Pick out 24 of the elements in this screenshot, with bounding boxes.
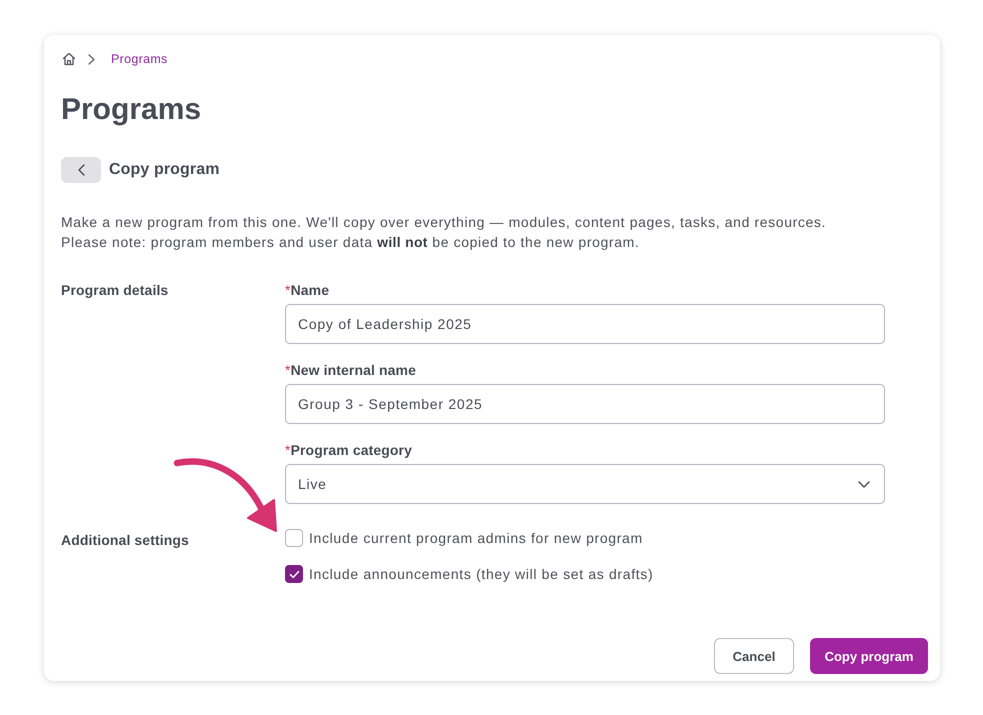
- checkbox-label[interactable]: Include announcements (they will be set as drafts): [309, 566, 654, 582]
- section-label: Program details: [61, 281, 168, 299]
- chevron-down-icon: [858, 480, 870, 488]
- checkbox[interactable]: [285, 565, 303, 583]
- description-text: Make a new program from this one. We'll copy over everything — modules, content pages, tasks, and resources.: [61, 213, 828, 232]
- checkmark-icon: [288, 570, 300, 578]
- home-icon[interactable]: [62, 52, 76, 66]
- subpage-title: Copy program: [109, 161, 220, 179]
- select-field[interactable]: Live: [285, 464, 885, 504]
- checkbox-label[interactable]: Include current program admins for new program: [309, 530, 643, 546]
- field-label: *New internal name: [285, 361, 417, 379]
- field-label: *Program category: [285, 441, 413, 459]
- page-title: Programs: [61, 92, 202, 128]
- text-field[interactable]: Copy of Leadership 2025: [285, 304, 885, 344]
- checkbox[interactable]: [285, 529, 303, 547]
- breadcrumb-link[interactable]: Programs: [111, 52, 168, 66]
- text-field[interactable]: Group 3 - September 2025: [285, 384, 885, 424]
- field-label: *Name: [285, 281, 330, 299]
- cancel-button[interactable]: Cancel: [714, 638, 794, 674]
- section-label: Additional settings: [61, 532, 189, 548]
- chevron-right-icon: [88, 54, 95, 64]
- description-text: Please note: program members and user data will not be copied to the new program.: [61, 233, 640, 252]
- chevron-left-icon: [78, 164, 84, 176]
- submit-button[interactable]: Copy program: [810, 638, 928, 674]
